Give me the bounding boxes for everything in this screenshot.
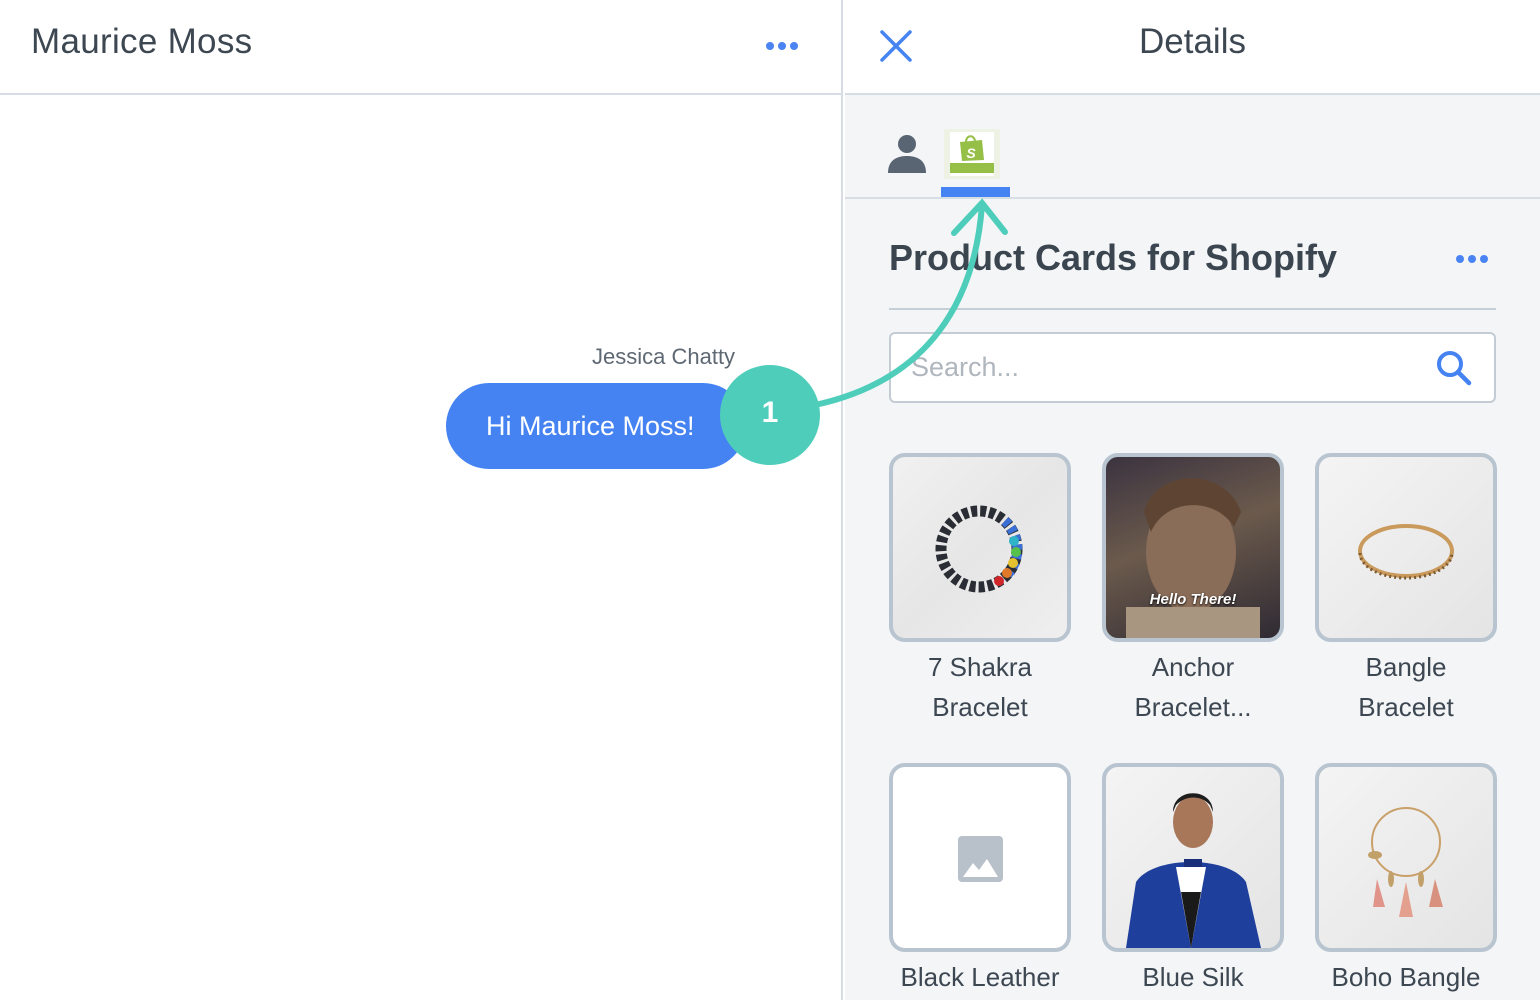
tab-shopify[interactable]: S: [944, 129, 1000, 179]
chat-header: Maurice Moss: [0, 0, 841, 95]
details-tabs: S: [845, 97, 1540, 199]
search-icon[interactable]: [1435, 349, 1473, 387]
product-image-placeholder: [889, 763, 1071, 952]
product-card[interactable]: 7 Shakra Bracelet: [889, 453, 1071, 727]
chat-pane: Maurice Moss Jessica Chatty Hi Maurice M…: [0, 0, 843, 1000]
product-search-box: [889, 332, 1496, 403]
section-more-options-icon[interactable]: [1456, 255, 1488, 263]
product-image-man-blue-tuxedo: [1102, 763, 1284, 952]
annotation-step-badge: 1: [720, 365, 820, 465]
product-name: Anchor Bracelet...: [1134, 652, 1252, 722]
shopify-bag-icon: S: [950, 132, 994, 176]
product-card[interactable]: Blue Silk: [1102, 763, 1284, 997]
product-card[interactable]: Boho Bangle: [1315, 763, 1497, 997]
message-sender-name: Jessica Chatty: [592, 344, 736, 369]
section-divider: [889, 308, 1496, 310]
product-name: Black Leather: [900, 962, 1060, 992]
product-image-beaded-bracelet: [889, 453, 1071, 642]
chat-more-options-icon[interactable]: [766, 42, 798, 50]
message-bubble: Hi Maurice Moss!: [446, 383, 746, 469]
gif-caption: Hello There!: [1149, 591, 1237, 608]
product-name: 7 Shakra Bracelet: [927, 652, 1033, 722]
details-header: Details: [845, 0, 1540, 95]
person-icon[interactable]: [887, 133, 927, 173]
product-name: Bangle Bracelet: [1358, 652, 1454, 722]
details-pane: Details S Product Cards for Shopify Sear…: [845, 0, 1540, 1000]
section-title: Product Cards for Shopify: [889, 237, 1338, 278]
image-placeholder-icon: [958, 836, 1003, 882]
product-card[interactable]: Hello There! Anchor Bracelet...: [1102, 453, 1284, 727]
active-tab-indicator: [941, 187, 1010, 197]
product-image-tassel-bangle: [1315, 763, 1497, 952]
product-image-gold-bangle: [1315, 453, 1497, 642]
product-card[interactable]: Black Leather: [889, 763, 1071, 997]
product-name: Blue Silk: [1142, 962, 1244, 992]
product-image-gif-hello-there: Hello There!: [1102, 453, 1284, 642]
chat-title: Maurice Moss: [31, 22, 253, 61]
product-search-input[interactable]: [911, 334, 1421, 401]
product-card[interactable]: Bangle Bracelet: [1315, 453, 1497, 727]
svg-text:S: S: [966, 145, 976, 161]
product-name: Boho Bangle: [1331, 962, 1481, 992]
details-title: Details: [1139, 22, 1246, 61]
